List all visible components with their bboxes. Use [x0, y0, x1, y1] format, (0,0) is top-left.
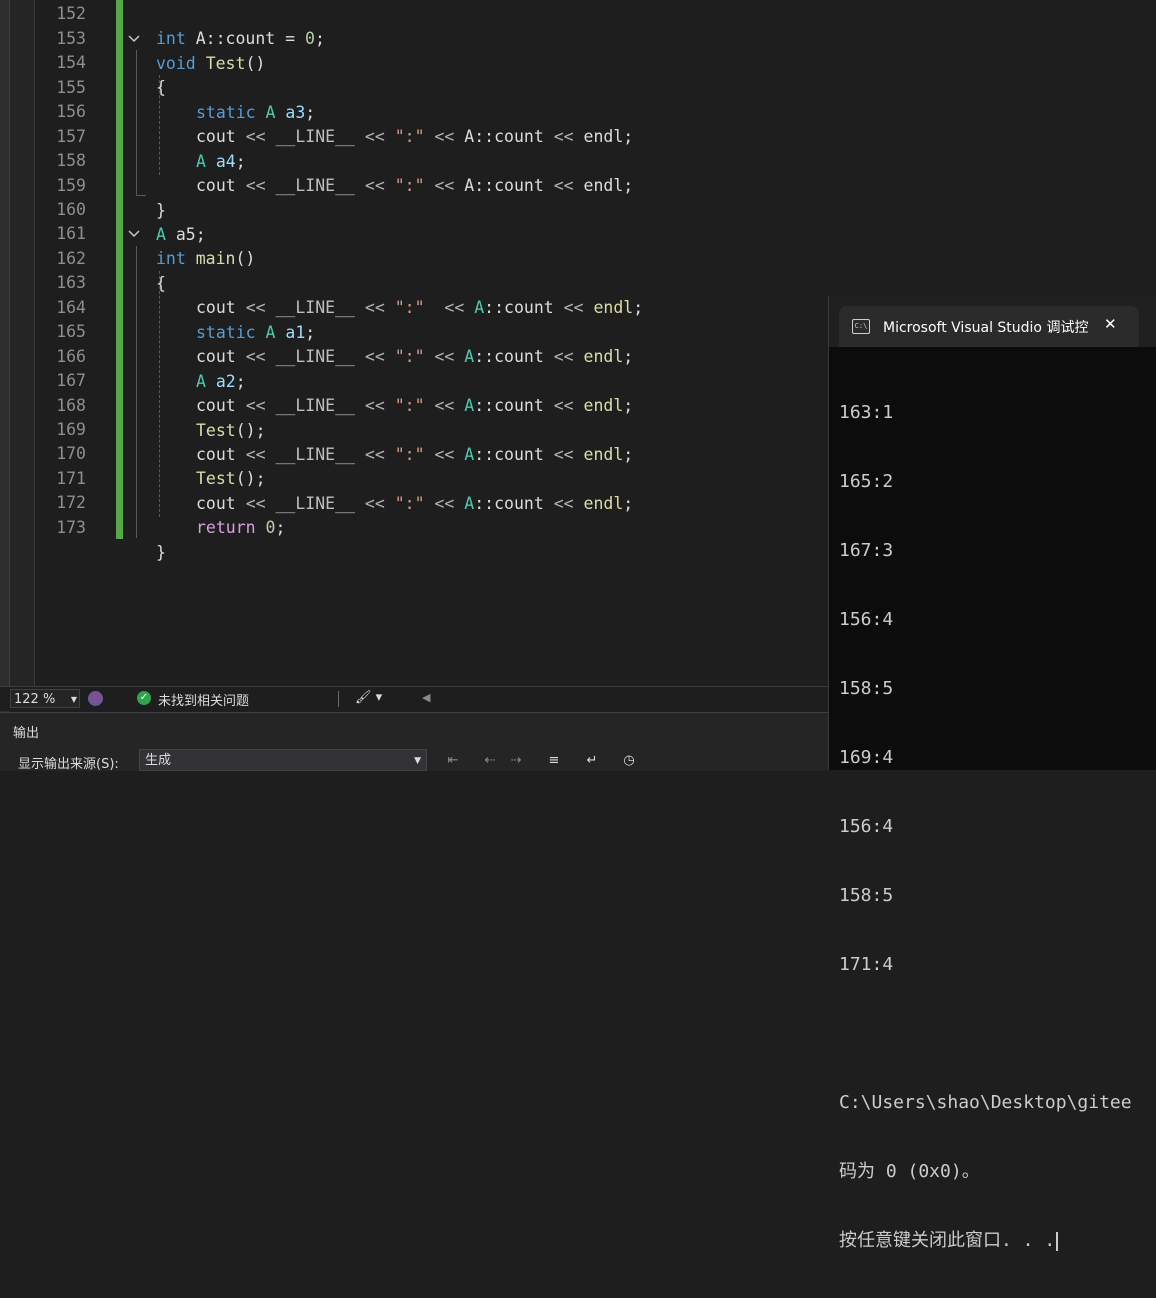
code-line-154[interactable]: {	[0, 51, 1156, 97]
text-cursor	[1056, 1231, 1059, 1251]
console-line: 167:3	[839, 540, 894, 561]
output-source-select[interactable]: 生成 ▼	[139, 749, 427, 771]
editor-status-bar: 122 % ▼ ✓ 未找到相关问题 🖌 ▾ ◀	[0, 686, 828, 711]
console-line: 158:5	[839, 885, 894, 906]
code-line-152[interactable]: int A::count = 0;	[0, 2, 1156, 48]
console-line: 171:4	[839, 954, 894, 975]
intellicode-icon[interactable]	[88, 691, 103, 706]
debug-console-window[interactable]: C:\ Microsoft Visual Studio 调试控 ✕ 163:1 …	[828, 296, 1156, 1251]
clear-all-icon[interactable]: ≡	[545, 753, 563, 771]
issues-status-text[interactable]: 未找到相关问题	[158, 690, 249, 709]
code-line-155[interactable]: static A a3;	[0, 76, 1156, 122]
clock-icon[interactable]: ◷	[620, 753, 638, 771]
console-line: 158:5	[839, 678, 894, 699]
output-source-label: 显示输出来源(S):	[18, 757, 119, 772]
console-line: 169:4	[839, 747, 894, 768]
output-panel: 输出 显示输出来源(S): 生成 ▼ ⇤ ⇠ ⇢ ≡ ↵ ◷	[0, 712, 828, 772]
code-line-162[interactable]: {	[0, 247, 1156, 293]
console-line: 156:4	[839, 609, 894, 630]
terminal-icon: C:\	[852, 319, 870, 334]
check-circle-icon: ✓	[137, 691, 151, 705]
code-line-163[interactable]: cout << __LINE__ << ":" << A::count << e…	[0, 271, 1156, 317]
console-tab[interactable]: C:\ Microsoft Visual Studio 调试控 ✕	[839, 306, 1139, 347]
code-line-161[interactable]: int main()	[0, 222, 1156, 268]
console-line: C:\Users\shao\Desktop\gitee	[839, 1092, 1132, 1113]
previous-message-icon[interactable]: ⇠	[481, 753, 499, 771]
word-wrap-icon[interactable]: ↵	[583, 753, 601, 771]
console-line: 码为 0 (0x0)。	[839, 1161, 980, 1182]
console-line: 165:2	[839, 471, 894, 492]
code-line-158[interactable]: cout << __LINE__ << ":" << A::count << e…	[0, 149, 1156, 195]
chevron-down-icon: ▼	[414, 756, 421, 766]
code-line-159[interactable]: }	[0, 174, 1156, 220]
code-line-153[interactable]: void Test()	[0, 27, 1156, 73]
console-output[interactable]: 163:1 165:2 167:3 156:4 158:5 169:4 156:…	[839, 355, 1156, 1298]
scroll-left-icon[interactable]: ◀	[422, 691, 430, 704]
find-message-icon[interactable]: ⇤	[444, 753, 462, 771]
chevron-down-icon: ▼	[70, 695, 77, 704]
code-cleanup-icon[interactable]: 🖌 ▾	[355, 690, 382, 705]
console-tab-bar: C:\ Microsoft Visual Studio 调试控 ✕	[829, 296, 1156, 347]
console-line: 163:1	[839, 402, 894, 423]
console-tab-title: Microsoft Visual Studio 调试控	[883, 320, 1089, 336]
close-icon[interactable]: ✕	[1104, 315, 1117, 333]
horizontal-scrollbar[interactable]	[438, 687, 828, 711]
console-line: 156:4	[839, 816, 894, 837]
code-line-160[interactable]: A a5;	[0, 198, 1156, 244]
next-message-icon[interactable]: ⇢	[507, 753, 525, 771]
code-line-157[interactable]: A a4;	[0, 125, 1156, 171]
code-line-156[interactable]: cout << __LINE__ << ":" << A::count << e…	[0, 100, 1156, 146]
zoom-dropdown[interactable]: 122 % ▼	[10, 689, 80, 708]
output-panel-title: 输出	[13, 726, 40, 741]
console-prompt-line: 按任意键关闭此窗口. . .	[839, 1229, 1156, 1252]
